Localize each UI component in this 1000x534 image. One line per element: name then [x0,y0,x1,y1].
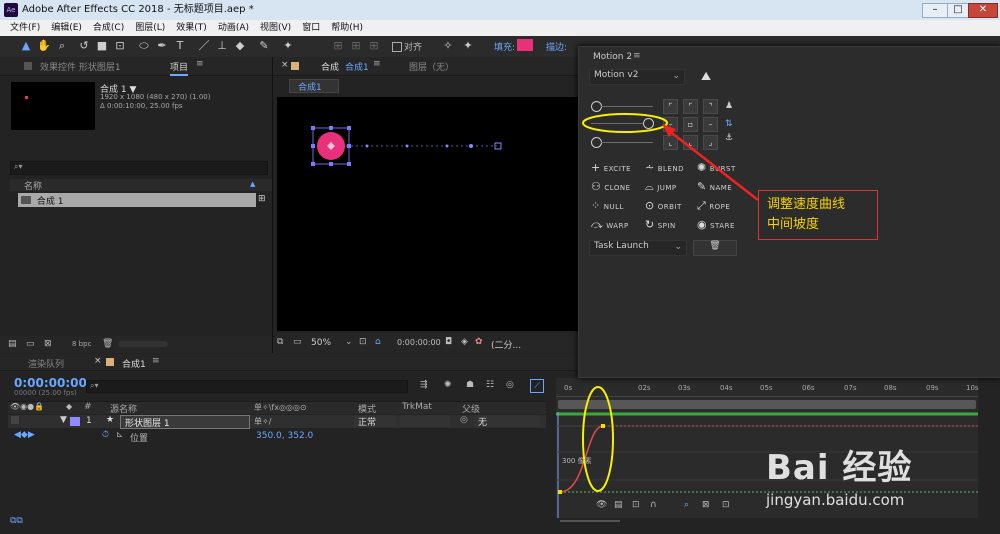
annotation-arrow [667,129,759,201]
baidu-watermark: Bai 经验 jingyan.baidu.com [766,440,966,530]
annotation-callout: 调整速度曲线 中间坡度 [758,190,878,240]
highlight-ellipse-slider [582,113,668,133]
watermark-logo-text: Bai 经验 [766,448,913,488]
annotation-line-2: 中间坡度 [767,217,820,232]
watermark-url: jingyan.baidu.com [766,491,905,509]
highlight-ellipse-curve [582,386,614,492]
annotation-line-1: 调整速度曲线 [767,197,846,212]
